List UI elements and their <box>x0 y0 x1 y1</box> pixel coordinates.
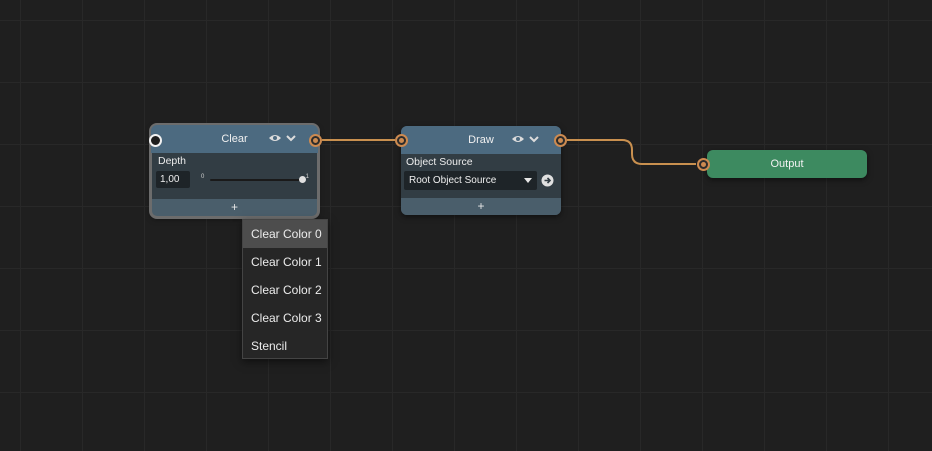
draw-input-port[interactable] <box>395 134 408 147</box>
menu-item-clear-color-0[interactable]: Clear Color 0 <box>243 220 327 248</box>
connection-wires <box>322 139 696 165</box>
clear-input-port[interactable] <box>149 134 162 147</box>
draw-output-port[interactable] <box>554 134 567 147</box>
wire-draw-to-output <box>567 139 696 165</box>
clear-node-header[interactable]: Clear <box>151 125 318 153</box>
eye-icon[interactable] <box>511 134 525 144</box>
menu-item-clear-color-3[interactable]: Clear Color 3 <box>243 304 327 332</box>
output-node[interactable]: Output <box>707 150 867 178</box>
object-source-label: Object Source <box>406 156 473 168</box>
chevron-down-icon[interactable] <box>286 133 296 143</box>
draw-node-header[interactable]: Draw <box>401 126 561 154</box>
dropdown-caret-icon <box>524 177 532 183</box>
menu-item-stencil[interactable]: Stencil <box>243 332 327 360</box>
clear-add-button[interactable]: + <box>151 199 318 217</box>
refresh-icon[interactable] <box>541 174 554 187</box>
slider-max-label: 1 <box>305 173 309 180</box>
draw-add-button[interactable]: + <box>401 198 561 215</box>
chevron-down-icon[interactable] <box>529 134 539 144</box>
depth-label: Depth <box>158 155 187 167</box>
menu-item-clear-color-2[interactable]: Clear Color 2 <box>243 276 327 304</box>
draw-node[interactable]: Draw Object Source Root Object Source + <box>401 126 561 215</box>
object-source-value: Root Object Source <box>409 174 497 186</box>
depth-slider[interactable]: 0 1 <box>194 171 313 188</box>
menu-item-clear-color-1[interactable]: Clear Color 1 <box>243 248 327 276</box>
draw-node-body: Object Source Root Object Source <box>401 154 561 198</box>
add-attachment-menu: Clear Color 0 Clear Color 1 Clear Color 2C… <box>242 219 328 359</box>
eye-icon[interactable] <box>268 133 282 143</box>
output-input-port[interactable] <box>697 158 710 171</box>
clear-node-body: Depth 1,00 0 1 <box>151 153 318 199</box>
slider-min-label: 0 <box>201 173 205 180</box>
clear-node[interactable]: Clear Depth 1,00 0 1 + <box>149 123 320 219</box>
object-source-select[interactable]: Root Object Source <box>404 170 537 190</box>
output-node-title: Output <box>770 158 804 170</box>
clear-output-port[interactable] <box>309 134 322 147</box>
slider-track[interactable] <box>210 178 303 181</box>
depth-input[interactable]: 1,00 <box>156 170 190 188</box>
